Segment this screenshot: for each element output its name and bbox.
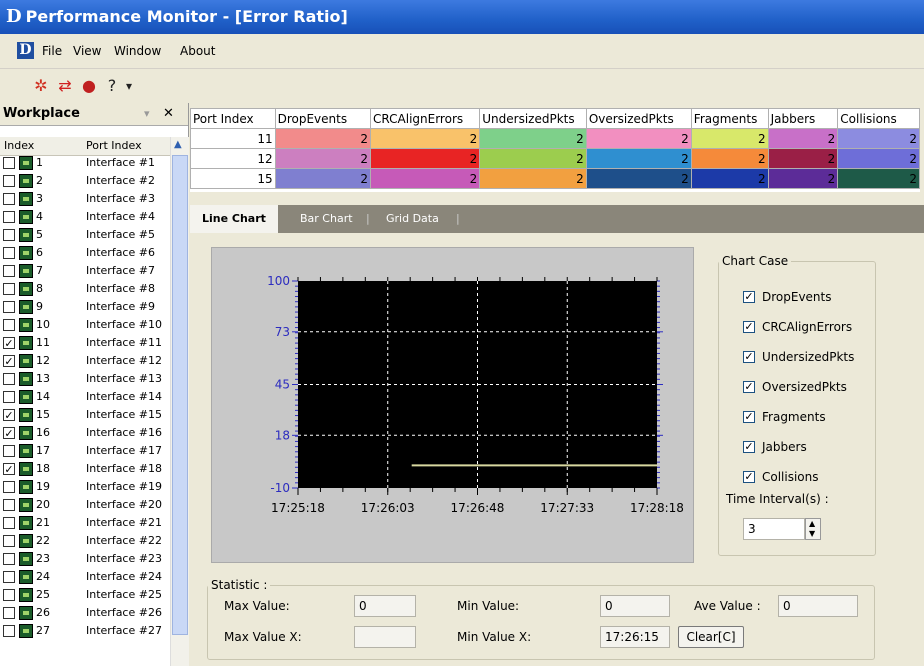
checkbox-label: DropEvents <box>762 290 832 304</box>
ave-value-label: Ave Value : <box>694 599 761 613</box>
min-value-label: Min Value: <box>457 599 520 613</box>
x-tick-label: 17:26:48 <box>451 501 505 515</box>
chart-case-checkbox[interactable]: ✓ Fragments <box>739 407 899 427</box>
y-tick-label: 73 <box>275 325 290 339</box>
checkbox-box[interactable]: ✓ <box>743 381 755 393</box>
clear-button[interactable]: Clear[C] <box>678 626 744 648</box>
time-interval-input[interactable]: 3 <box>743 518 805 540</box>
statistic-group: Statistic : <box>207 578 875 660</box>
max-value-field: 0 <box>354 595 416 617</box>
y-tick-label: -10 <box>270 481 290 495</box>
time-interval-label: Time Interval(s) : <box>726 492 829 506</box>
checkbox-box[interactable]: ✓ <box>743 441 755 453</box>
x-tick-label: 17:25:18 <box>271 501 325 515</box>
checkbox-box[interactable]: ✓ <box>743 471 755 483</box>
min-value-x-label: Min Value X: <box>457 630 532 644</box>
y-tick-label: 18 <box>275 428 290 442</box>
checkbox-label: UndersizedPkts <box>762 350 855 364</box>
chart-case-checkbox[interactable]: ✓ Jabbers <box>739 437 899 457</box>
chart-case-checkbox[interactable]: ✓ CRCAlignErrors <box>739 317 899 337</box>
min-value-x-field: 17:26:15 <box>600 626 670 648</box>
x-tick-label: 17:27:33 <box>540 501 594 515</box>
checkbox-box[interactable]: ✓ <box>743 321 755 333</box>
checkbox-box[interactable]: ✓ <box>743 351 755 363</box>
max-value-x-label: Max Value X: <box>224 630 302 644</box>
checkbox-label: OversizedPkts <box>762 380 847 394</box>
chart-case-checkbox[interactable]: ✓ UndersizedPkts <box>739 347 899 367</box>
checkbox-label: CRCAlignErrors <box>762 320 853 334</box>
ave-value-field: 0 <box>778 595 858 617</box>
time-interval-stepper[interactable]: ▲ ▼ <box>805 518 821 540</box>
checkbox-box[interactable]: ✓ <box>743 411 755 423</box>
x-tick-label: 17:28:18 <box>630 501 684 515</box>
statistic-title: Statistic : <box>211 578 268 592</box>
chart-case-checkbox[interactable]: ✓ DropEvents <box>739 287 899 307</box>
max-value-label: Max Value: <box>224 599 290 613</box>
chart-case-title: Chart Case <box>722 254 789 268</box>
chart-case-checkbox[interactable]: ✓ OversizedPkts <box>739 377 899 397</box>
chart-case-checkbox[interactable]: ✓ Collisions <box>739 467 899 487</box>
max-value-x-field <box>354 626 416 648</box>
y-tick-label: 45 <box>275 378 290 392</box>
stepper-up-icon[interactable]: ▲ <box>809 519 815 528</box>
y-tick-label: 100 <box>267 274 290 288</box>
min-value-field: 0 <box>600 595 670 617</box>
checkbox-label: Jabbers <box>762 440 807 454</box>
checkbox-box[interactable]: ✓ <box>743 291 755 303</box>
checkbox-label: Collisions <box>762 470 819 484</box>
checkbox-label: Fragments <box>762 410 826 424</box>
x-tick-label: 17:26:03 <box>361 501 415 515</box>
stepper-down-icon[interactable]: ▼ <box>809 529 815 538</box>
